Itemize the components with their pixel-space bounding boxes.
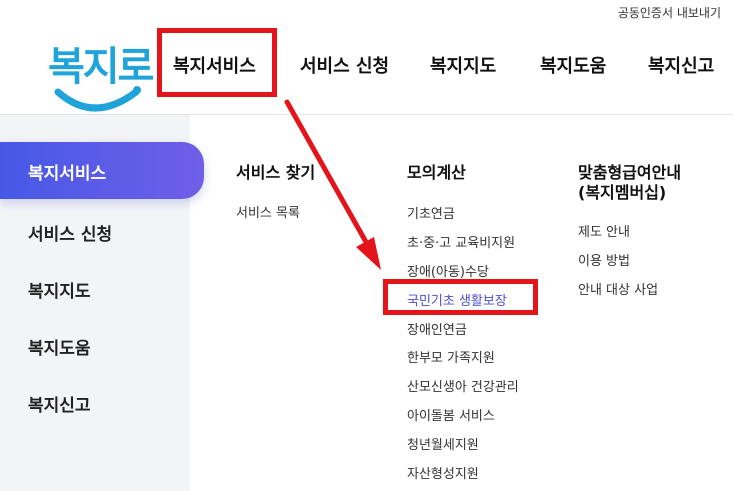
- red-arrow-icon: [284, 99, 381, 270]
